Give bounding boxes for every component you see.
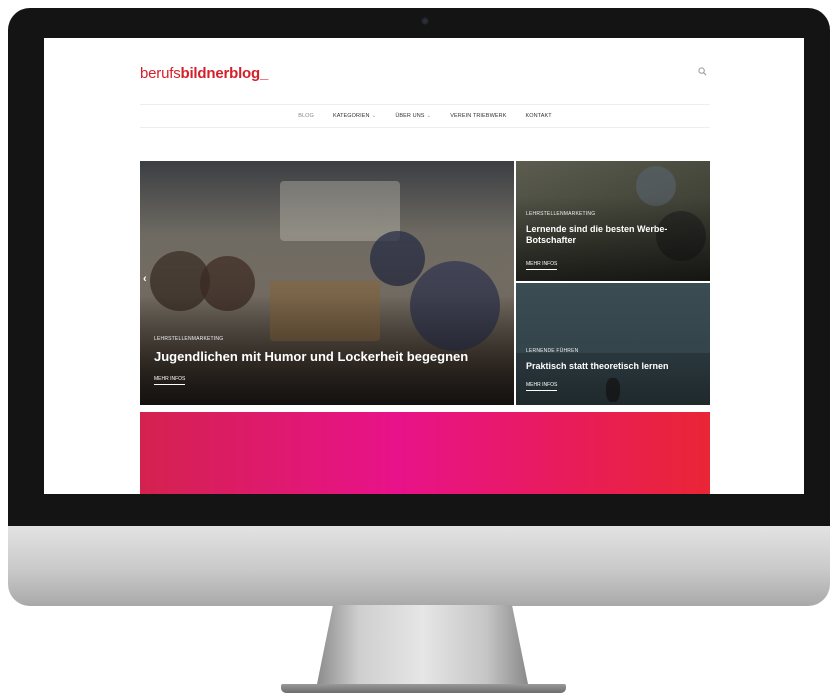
slide-title[interactable]: Praktisch statt theoretisch lernen [526,361,669,372]
main-navigation: BLOG KATEGORIEN ⌄ ÜBER UNS ⌄ VEREIN TRIEBW… [140,104,710,128]
chevron-down-icon: ⌄ [426,113,432,119]
slide-category[interactable]: LEHRSTELLENMARKETING [154,336,223,342]
monitor-stand-base [281,684,566,693]
logo-text-berufs: berufs [140,65,181,82]
photo-decor [280,181,400,241]
browser-screen: berufsbildnerblog_ BLOG KATEGORIEN ⌄ ÜBER… [44,38,804,494]
photo-decor [606,378,620,402]
more-info-link[interactable]: MEHR INFOS [526,382,558,391]
nav-item-kategorien-label: KATEGORIEN [332,113,370,119]
camera-icon [421,17,429,25]
slide-category[interactable]: LERNENDE FÜHREN [526,348,578,354]
slide-category[interactable]: LEHRSTELLENMARKETING [526,211,595,217]
search-icon[interactable] [698,67,707,76]
site-logo[interactable]: berufsbildnerblog_ [140,65,268,82]
slide-shade [140,234,514,405]
chevron-left-icon[interactable]: ‹ [143,273,147,285]
slide-top-right[interactable]: LEHRSTELLENMARKETING Lernende sind die b… [516,161,710,281]
nav-item-ueber-uns-label: ÜBER UNS [395,113,425,119]
nav-item-ueber-uns[interactable]: ÜBER UNS ⌄ [395,113,431,119]
logo-text-bildner: bildner [180,65,230,82]
logo-text-blog: blog [229,65,260,82]
logo-cursor: _ [259,65,269,82]
more-info-link[interactable]: MEHR INFOS [154,376,186,385]
nav-item-verein-triebwerk[interactable]: VEREIN TRIEBWERK [450,113,506,119]
slide-main[interactable]: ‹ LEHRSTELLENMARKETING Jugendlichen mit … [140,161,514,405]
nav-item-kontakt[interactable]: KONTAKT [525,113,551,119]
slide-title[interactable]: Jugendlichen mit Humor und Lockerheit be… [154,349,468,365]
nav-item-blog[interactable]: BLOG [298,113,314,119]
monitor-chin [8,526,830,606]
nav-item-kategorien[interactable]: KATEGORIEN ⌄ [333,113,376,119]
slide-title[interactable]: Lernende sind die besten Werbe-Botschaft… [526,224,691,247]
more-info-link[interactable]: MEHR INFOS [526,261,558,270]
photo-decor [516,283,710,353]
promo-banner[interactable] [140,412,710,494]
monitor-stand [317,605,528,684]
chevron-down-icon: ⌄ [371,113,377,119]
slide-bottom-right[interactable]: › LERNENDE FÜHREN Praktisch statt theore… [516,283,710,405]
featured-slider: ‹ LEHRSTELLENMARKETING Jugendlichen mit … [140,161,710,405]
